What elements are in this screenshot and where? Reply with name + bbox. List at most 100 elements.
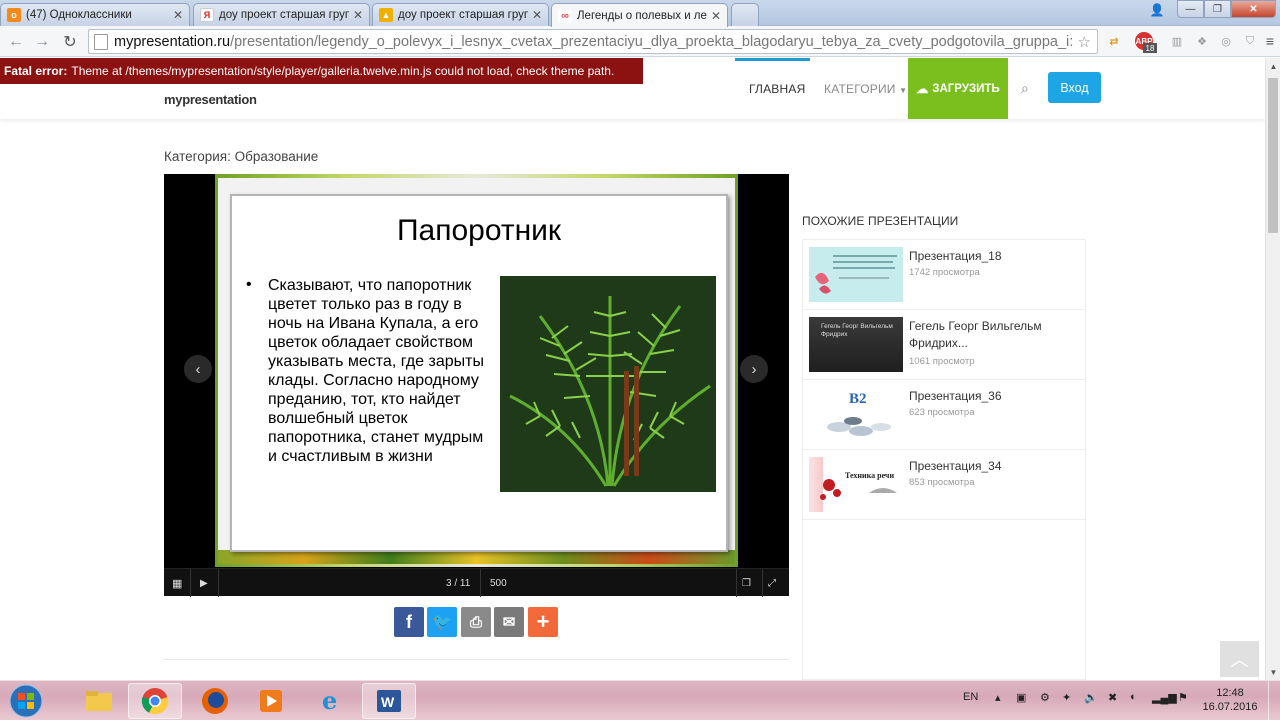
tab-strip: o (47) Одноклассники ✕ Я доу проект стар…	[0, 0, 1280, 27]
slide-flower-border	[218, 550, 735, 564]
popout-icon[interactable]: ❐	[742, 574, 751, 592]
flag-icon[interactable]: ⚑	[1178, 691, 1188, 704]
fullscreen-icon[interactable]: ⤢	[768, 574, 776, 592]
word-icon: W	[377, 690, 401, 712]
list-item[interactable]: Техника речи Презентация_34 853 просмотр…	[803, 450, 1085, 520]
control-separator	[480, 569, 481, 597]
signal-icon[interactable]: ▂▄▆	[1152, 691, 1177, 704]
upload-label: ЗАГРУЗИТЬ	[932, 82, 1000, 95]
size-label[interactable]: 500	[490, 574, 507, 592]
word-taskbar-button[interactable]: W	[362, 683, 416, 719]
system-clock[interactable]: 12:48 16.07.2016	[1200, 686, 1260, 714]
site-logo[interactable]: mypresentation	[164, 92, 257, 107]
address-bar[interactable]: mypresentation.ru/presentation/legendy_o…	[88, 29, 1098, 54]
scroll-to-top-button[interactable]: ︿	[1220, 641, 1259, 677]
next-slide-button[interactable]: ›	[740, 355, 768, 383]
menu-categories-label: КАТЕГОРИИ	[824, 82, 896, 96]
chrome-taskbar-button[interactable]	[128, 683, 182, 719]
presentation-name[interactable]: Презентация_18	[909, 248, 1079, 265]
scroll-down-icon[interactable]: ▼	[1266, 664, 1280, 680]
menu-categories[interactable]: КАТЕГОРИИ ▼	[824, 82, 907, 96]
user-icon[interactable]: 👤	[1146, 2, 1168, 18]
yandex-icon: Я	[200, 8, 214, 22]
bookmark-star-icon[interactable]: ☆	[1078, 33, 1091, 51]
close-tab-icon[interactable]: ✕	[711, 9, 721, 23]
player-controls: ▦ ▶ 3 / 11 500 ❐ ⤢	[164, 568, 789, 597]
tab-dou-project-yandex[interactable]: Я доу проект старшая груп ✕	[193, 3, 370, 26]
prev-slide-button[interactable]: ‹	[184, 355, 212, 383]
tab-dou-project-images[interactable]: ▲ доу проект старшая груп ✕	[372, 3, 549, 26]
search-icon[interactable]: ⌕	[1021, 80, 1029, 97]
presentation-name[interactable]: Презентация_36	[909, 388, 1079, 405]
show-hidden-icons[interactable]: ▴	[995, 691, 1001, 704]
close-tab-icon[interactable]: ✕	[173, 8, 183, 22]
tray-app-icon[interactable]: ✖	[1108, 691, 1117, 704]
fern-photo	[500, 276, 716, 492]
internet-explorer-icon: e	[322, 687, 337, 715]
show-desktop-button[interactable]	[1268, 681, 1280, 720]
list-item[interactable]: Презентация_18 1742 просмотра	[803, 240, 1085, 310]
minimize-button[interactable]: —	[1177, 0, 1204, 18]
volume-icon[interactable]: 🔈	[1084, 691, 1098, 704]
mypresentation-icon: ∞	[558, 8, 572, 23]
scroll-up-icon[interactable]: ▲	[1266, 58, 1280, 74]
upload-button[interactable]: ☁ ЗАГРУЗИТЬ	[908, 58, 1008, 119]
grid-icon[interactable]: ▦	[172, 574, 182, 592]
email-icon[interactable]: ✉	[494, 607, 524, 637]
page-scrollbar[interactable]: ▲ ▼	[1265, 58, 1280, 680]
ie-taskbar-button[interactable]: e	[304, 683, 358, 719]
twitter-icon[interactable]: 🐦	[427, 607, 457, 637]
tray-app-icon[interactable]: ⚙	[1040, 691, 1050, 704]
print-icon[interactable]: ⎙	[461, 607, 491, 637]
maximize-button[interactable]: ❐	[1204, 0, 1231, 18]
list-item[interactable]: B2 Презентация_36 623 просмотра	[803, 380, 1085, 450]
language-indicator[interactable]: EN	[963, 691, 978, 703]
new-tab-button[interactable]	[731, 3, 759, 26]
close-tab-icon[interactable]: ✕	[532, 8, 542, 22]
list-item[interactable]: Гегель Георг Вильгельм Фридрих Гегель Ге…	[803, 310, 1085, 380]
presentation-thumb: Техника речи	[809, 457, 903, 512]
barcode-icon[interactable]: ▥	[1168, 32, 1186, 50]
close-tab-icon[interactable]: ✕	[353, 8, 363, 22]
control-separator	[736, 569, 737, 597]
divider	[164, 659, 789, 660]
tab-odnoklassniki[interactable]: o (47) Одноклассники ✕	[0, 3, 190, 26]
scrollbar-thumb[interactable]	[1268, 78, 1278, 233]
tab-legends-active[interactable]: ∞ Легенды о полевых и лес ✕	[551, 3, 728, 27]
similar-list: Презентация_18 1742 просмотра Гегель Гео…	[802, 239, 1086, 680]
shield-icon[interactable]: ⛉	[1241, 32, 1259, 50]
start-button[interactable]	[6, 683, 46, 719]
play-icon[interactable]: ▶	[200, 574, 208, 592]
login-button[interactable]: Вход	[1048, 72, 1101, 103]
slide-background: Папоротник • Сказывают, что папоротник ц…	[218, 178, 735, 564]
category-label[interactable]: Категория: Образование	[164, 149, 318, 164]
forward-icon[interactable]: →	[32, 32, 52, 52]
presentation-name[interactable]: Презентация_34	[909, 458, 1079, 475]
menu-home[interactable]: ГЛАВНАЯ	[749, 82, 805, 96]
media-player-taskbar-button[interactable]	[244, 683, 298, 719]
facebook-icon[interactable]: f	[394, 607, 424, 637]
back-icon[interactable]: ←	[6, 32, 26, 52]
clock-date: 16.07.2016	[1202, 701, 1258, 713]
plus-icon[interactable]: +	[528, 607, 558, 637]
close-window-button[interactable]: ✕	[1231, 0, 1276, 18]
menu-icon[interactable]: ≡	[1261, 32, 1279, 50]
browser-toolbar: ← → ↻ mypresentation.ru/presentation/leg…	[0, 26, 1280, 57]
reload-icon[interactable]: ↻	[60, 32, 80, 52]
control-separator	[190, 569, 191, 597]
explorer-taskbar-button[interactable]	[72, 683, 126, 719]
presentation-thumb	[809, 247, 903, 302]
extension-icon[interactable]: ⇄	[1105, 32, 1123, 50]
tray-app-icon[interactable]: ▣	[1016, 691, 1026, 704]
firefox-taskbar-button[interactable]	[188, 683, 242, 719]
bullet: •	[246, 276, 252, 293]
extension-icon[interactable]: ◎	[1217, 32, 1235, 50]
tray-app-icon[interactable]: ✦	[1062, 691, 1071, 704]
tray-app-icon[interactable]: ◐	[1130, 691, 1137, 703]
extension-icon[interactable]: ❖	[1193, 32, 1211, 50]
active-menu-indicator	[735, 58, 810, 61]
slide-card: Папоротник • Сказывают, что папоротник ц…	[230, 194, 728, 552]
presentation-name[interactable]: Гегель Георг Вильгельм Фридрих...	[909, 318, 1079, 352]
view-count: 1742 просмотра	[909, 267, 980, 278]
window-controls: — ❐ ✕	[1177, 0, 1276, 18]
